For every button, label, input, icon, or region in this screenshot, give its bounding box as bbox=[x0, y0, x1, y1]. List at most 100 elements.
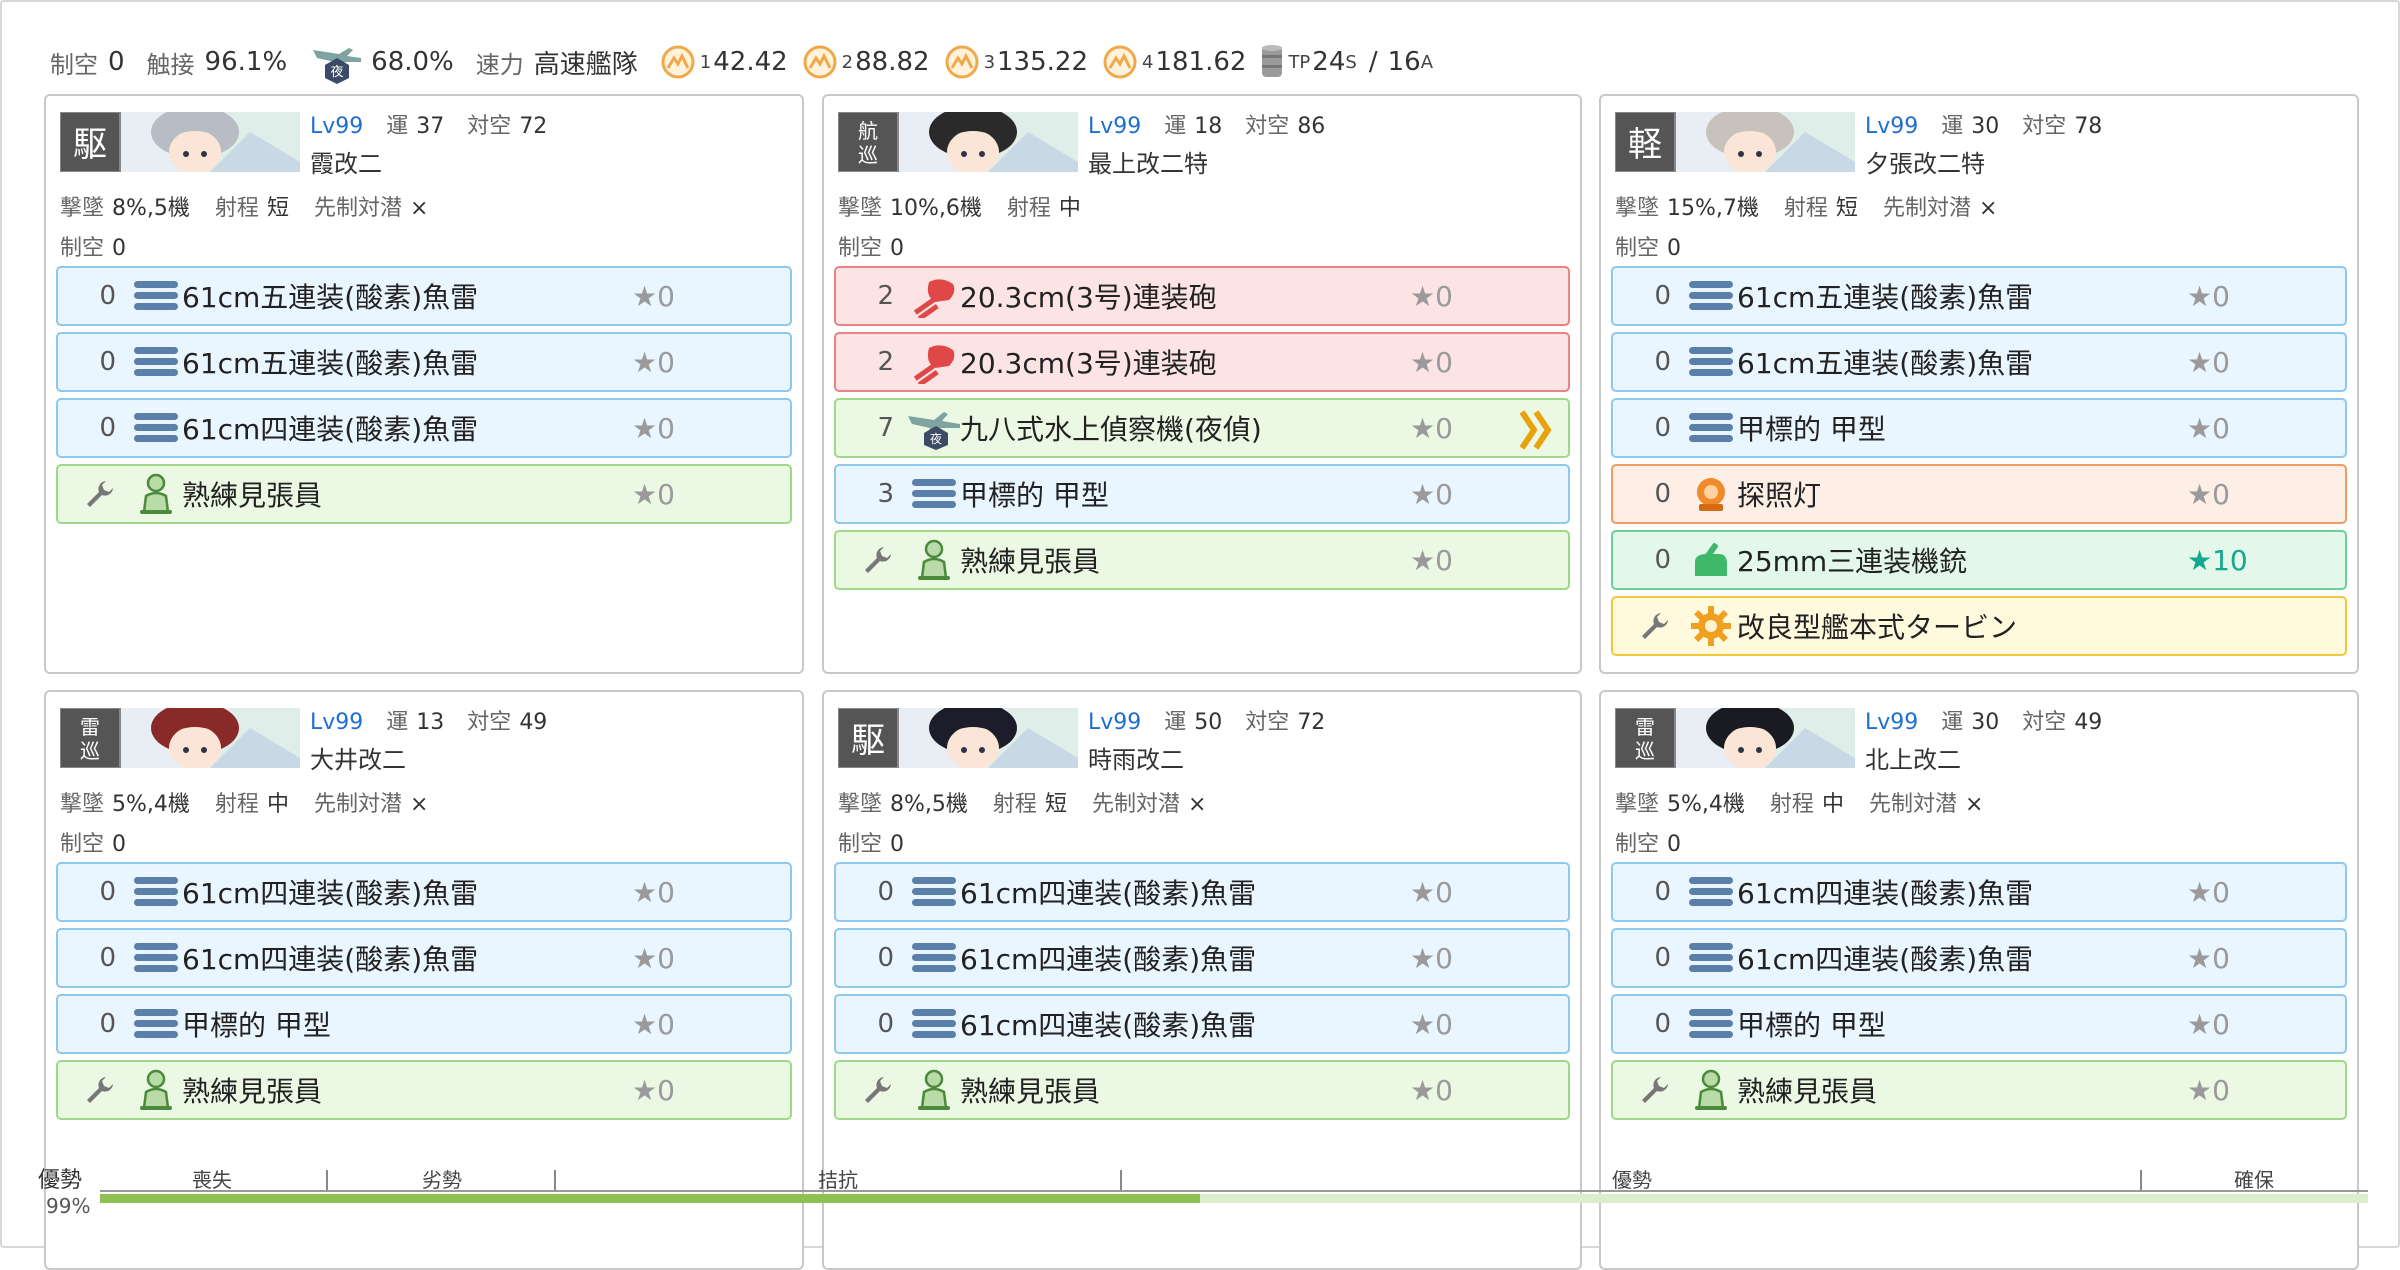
drum-canister-icon bbox=[1262, 45, 1283, 77]
torpedo-icon bbox=[126, 936, 186, 980]
los-formula-2-value: 88.82 bbox=[855, 47, 930, 77]
reinforcement-slot[interactable]: 熟練見張員 ★0 bbox=[1611, 1060, 2347, 1120]
ship-card[interactable]: 駆 Lv99 運 50 対空 72 時雨改二 撃墜 8%,5機 射程短 先制対潜 × 制… bbox=[822, 690, 1582, 1270]
ship-name[interactable]: 最上改二特 bbox=[1088, 144, 1208, 179]
equipment-slot[interactable]: 0 甲標的 甲型 ★0 bbox=[1611, 994, 2347, 1054]
equipment-slot[interactable]: 0 甲標的 甲型 ★0 bbox=[1611, 398, 2347, 458]
wrench-icon bbox=[58, 1074, 116, 1106]
reinforcement-slot[interactable]: 熟練見張員 ★0 bbox=[834, 530, 1570, 590]
ship-portrait[interactable]: 駆 bbox=[60, 112, 300, 172]
improvement-level: ★0 bbox=[632, 875, 675, 909]
shootdown-value: 8%,5機 bbox=[890, 792, 968, 817]
aa-value: 49 bbox=[519, 710, 548, 735]
equipment-name: 61cm四連装(酸素)魚雷 bbox=[960, 943, 1257, 976]
equipment-name: 61cm四連装(酸素)魚雷 bbox=[182, 413, 479, 446]
aa-label: 対空 bbox=[467, 114, 512, 139]
ship-portrait[interactable]: 駆 bbox=[838, 708, 1078, 768]
ship-name[interactable]: 大井改二 bbox=[310, 740, 406, 775]
equipment-slot[interactable]: 0 61cm四連装(酸素)魚雷 ★0 bbox=[56, 862, 792, 922]
equipment-slot[interactable]: 0 探照灯 ★0 bbox=[1611, 464, 2347, 524]
equipment-slot[interactable]: 2 20.3cm(3号)連装砲 ★0 bbox=[834, 332, 1570, 392]
tp-a-value: 16 bbox=[1387, 47, 1421, 77]
range-label: 射程 bbox=[214, 196, 259, 221]
air-bar-track bbox=[100, 1194, 2368, 1203]
torpedo-icon bbox=[1681, 936, 1741, 980]
night-contact-value: 68.0% bbox=[371, 47, 454, 77]
slot-aircraft-count: 0 bbox=[99, 1009, 116, 1039]
improvement-level: ★0 bbox=[1410, 1073, 1453, 1107]
reinforcement-slot[interactable]: 熟練見張員 ★0 bbox=[834, 1060, 1570, 1120]
tp-a-sub: A bbox=[1420, 51, 1434, 73]
equipment-slot[interactable]: 7 夜 九八式水上偵察機(夜偵) ★0 bbox=[834, 398, 1570, 458]
slot-aircraft-count: 0 bbox=[99, 281, 116, 311]
equipment-slot[interactable]: 0 61cm五連装(酸素)魚雷 ★0 bbox=[1611, 332, 2347, 392]
torpedo-icon bbox=[904, 1002, 964, 1046]
zone-denial: 劣勢 bbox=[422, 1168, 462, 1192]
equipment-name: 20.3cm(3号)連装砲 bbox=[960, 281, 1217, 314]
opening-asw-label: 先制対潜 bbox=[1868, 792, 1957, 817]
night-recon-icon: 夜 bbox=[313, 48, 362, 84]
ship-portrait[interactable]: 雷巡 bbox=[1615, 708, 1855, 768]
reinforcement-slot[interactable]: 熟練見張員 ★0 bbox=[56, 464, 792, 524]
reinforcement-slot[interactable]: 熟練見張員 ★0 bbox=[56, 1060, 792, 1120]
equipment-slot[interactable]: 0 61cm五連装(酸素)魚雷 ★0 bbox=[1611, 266, 2347, 326]
equipment-slot[interactable]: 0 甲標的 甲型 ★0 bbox=[56, 994, 792, 1054]
improvement-level: ★0 bbox=[1410, 941, 1453, 975]
ship-name[interactable]: 霞改二 bbox=[310, 144, 382, 179]
ship-card[interactable]: 軽 Lv99 運 30 対空 78 夕張改二特 撃墜 15%,7機 射程短 先制対潜 ×… bbox=[1599, 94, 2359, 674]
ship-air-power: 制空 0 bbox=[838, 826, 904, 858]
improvement-level: ★0 bbox=[632, 1073, 675, 1107]
equipment-name: 61cm四連装(酸素)魚雷 bbox=[182, 877, 479, 910]
ship-portrait[interactable]: 航巡 bbox=[838, 112, 1078, 172]
luck-value: 30 bbox=[1971, 114, 2000, 139]
range-value: 短 bbox=[1044, 792, 1067, 817]
equipment-name: 熟練見張員 bbox=[960, 545, 1101, 578]
equipment-slot[interactable]: 0 61cm四連装(酸素)魚雷 ★0 bbox=[1611, 862, 2347, 922]
ship-portrait[interactable]: 雷巡 bbox=[60, 708, 300, 768]
opening-asw-value: × bbox=[1964, 792, 1984, 817]
equipment-slot[interactable]: 0 61cm四連装(酸素)魚雷 ★0 bbox=[834, 994, 1570, 1054]
equipment-name: 61cm五連装(酸素)魚雷 bbox=[182, 347, 479, 380]
reinforcement-slot[interactable]: 改良型艦本式タービン bbox=[1611, 596, 2347, 656]
equipment-slot[interactable]: 0 25mm三連装機銃 ★10 bbox=[1611, 530, 2347, 590]
equipment-name: 熟練見張員 bbox=[1737, 1075, 1878, 1108]
ship-card[interactable]: 航巡 Lv99 運 18 対空 86 最上改二特 撃墜 10%,6機 射程中 制空 0 … bbox=[822, 94, 1582, 674]
equipment-slot[interactable]: 0 61cm四連装(酸素)魚雷 ★0 bbox=[1611, 928, 2347, 988]
slot-aircraft-count: 7 bbox=[877, 413, 894, 443]
equipment-slot[interactable]: 0 61cm四連装(酸素)魚雷 ★0 bbox=[834, 862, 1570, 922]
equipment-slot[interactable]: 3 甲標的 甲型 ★0 bbox=[834, 464, 1570, 524]
los-icon bbox=[803, 45, 837, 79]
improvement-level: ★0 bbox=[2187, 279, 2230, 313]
air-state-percent: 99% bbox=[46, 1194, 91, 1218]
range-value: 短 bbox=[1835, 196, 1858, 221]
wrench-icon bbox=[1613, 610, 1671, 642]
torpedo-icon bbox=[1681, 340, 1741, 384]
ship-name[interactable]: 夕張改二特 bbox=[1865, 144, 1985, 179]
equipment-name: 熟練見張員 bbox=[182, 1075, 323, 1108]
fleet-air-value: 0 bbox=[108, 47, 125, 77]
ship-name[interactable]: 時雨改二 bbox=[1088, 740, 1184, 775]
zone-superiority: 優勢 bbox=[1612, 1168, 1652, 1192]
equipment-slot[interactable]: 0 61cm四連装(酸素)魚雷 ★0 bbox=[834, 928, 1570, 988]
ship-name[interactable]: 北上改二 bbox=[1865, 740, 1961, 775]
los-icon bbox=[661, 45, 695, 79]
ship-level: Lv99 bbox=[310, 114, 364, 139]
equipment-slot[interactable]: 0 61cm四連装(酸素)魚雷 ★0 bbox=[56, 928, 792, 988]
equipment-slot[interactable]: 0 61cm五連装(酸素)魚雷 ★0 bbox=[56, 266, 792, 326]
ship-air-power: 制空 0 bbox=[1615, 230, 1681, 262]
ship-portrait[interactable]: 軽 bbox=[1615, 112, 1855, 172]
air-value: 0 bbox=[1667, 832, 1682, 857]
svg-text:巡: 巡 bbox=[1635, 739, 1655, 763]
equipment-slot[interactable]: 0 61cm五連装(酸素)魚雷 ★0 bbox=[56, 332, 792, 392]
equipment-slot[interactable]: 2 20.3cm(3号)連装砲 ★0 bbox=[834, 266, 1570, 326]
air-value: 0 bbox=[1667, 236, 1682, 261]
aa-label: 対空 bbox=[2022, 710, 2067, 735]
torpedo-icon bbox=[126, 1002, 186, 1046]
los-formula-1-sub: 1 bbox=[699, 51, 712, 73]
aa-gun-icon bbox=[1681, 538, 1741, 582]
luck-label: 運 bbox=[1164, 710, 1187, 735]
ship-card[interactable]: 駆 Lv99 運 37 対空 72 霞改二 撃墜 8%,5機 射程短 先制対潜 × 制空… bbox=[44, 94, 804, 674]
ship-air-power: 制空 0 bbox=[60, 826, 126, 858]
equipment-slot[interactable]: 0 61cm四連装(酸素)魚雷 ★0 bbox=[56, 398, 792, 458]
lookout-icon bbox=[126, 1068, 186, 1112]
